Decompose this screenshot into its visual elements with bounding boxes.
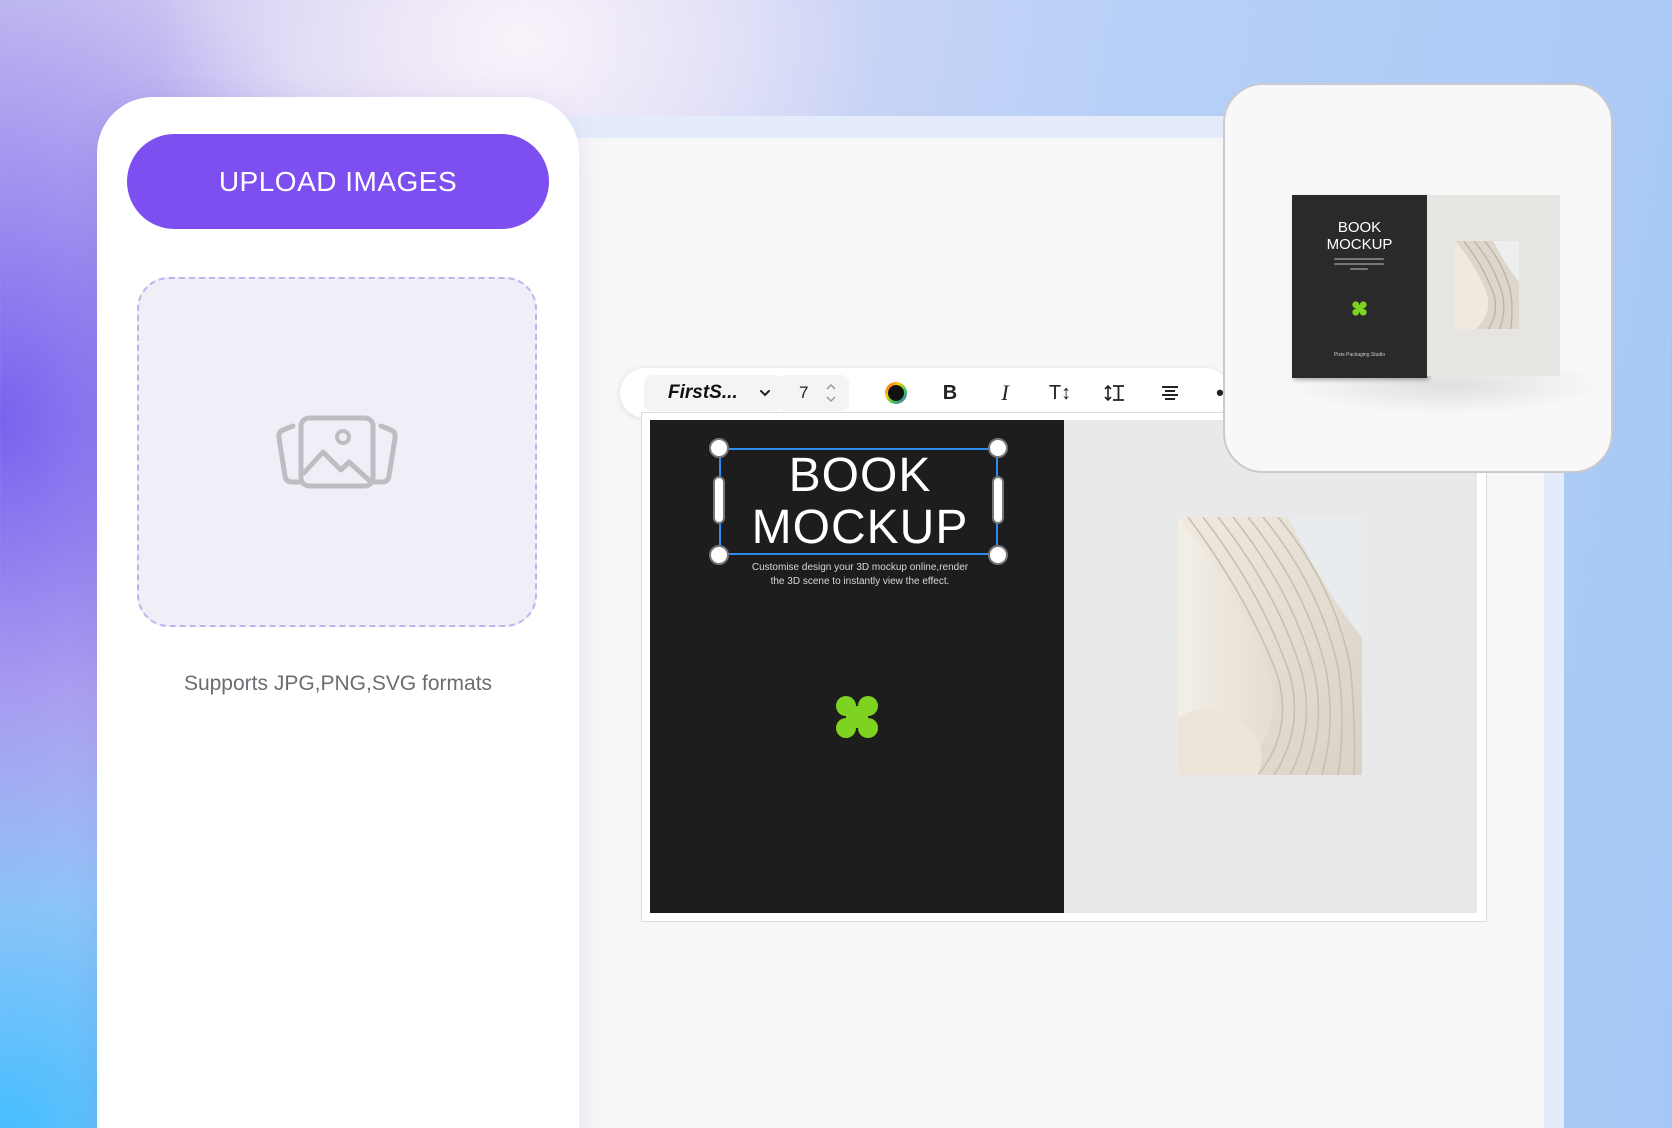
chevron-down-icon xyxy=(760,390,770,397)
preview-abstract-waves-image xyxy=(1455,241,1519,329)
align-button[interactable] xyxy=(1156,381,1184,405)
mockup-preview-card[interactable]: BOOK MOCKUP Pixie Packaging Studio xyxy=(1223,83,1613,473)
page-photo[interactable] xyxy=(1178,517,1362,775)
clover-logo-icon[interactable] xyxy=(835,695,879,739)
line-height-button[interactable] xyxy=(1101,381,1129,405)
font-size-input[interactable]: 7 xyxy=(777,375,849,411)
preview-book-cover: BOOK MOCKUP Pixie Packaging Studio xyxy=(1292,195,1427,378)
preview-description-line xyxy=(1350,268,1368,270)
resize-handle-left[interactable] xyxy=(713,476,725,524)
bold-button[interactable]: B xyxy=(936,381,964,405)
abstract-waves-image xyxy=(1178,517,1362,775)
font-family-select[interactable]: FirstS... xyxy=(644,375,782,411)
italic-button[interactable]: I xyxy=(991,380,1019,405)
preview-title-line1: BOOK xyxy=(1337,219,1382,236)
images-icon xyxy=(276,415,398,489)
align-center-icon xyxy=(1162,386,1178,400)
text-color-button[interactable] xyxy=(882,381,910,405)
upload-panel: UPLOAD IMAGES Supports JPG,PNG,SVG forma… xyxy=(97,97,579,1128)
text-toolbar: FirstS... 7 B I T↕ • xyxy=(620,368,1230,418)
color-wheel-icon xyxy=(885,382,907,404)
font-size-stepper-icon[interactable] xyxy=(825,381,837,405)
supported-formats-note: Supports JPG,PNG,SVG formats xyxy=(183,672,493,695)
font-size-value: 7 xyxy=(799,383,809,402)
resize-handle-top-left[interactable] xyxy=(709,438,729,458)
book-description[interactable]: Customise design your 3D mockup online,r… xyxy=(750,561,970,589)
resize-handle-bottom-left[interactable] xyxy=(709,545,729,565)
resize-handle-right[interactable] xyxy=(992,476,1004,524)
preview-description-line xyxy=(1334,258,1384,260)
resize-handle-bottom-right[interactable] xyxy=(988,545,1008,565)
preview-clover-logo-icon xyxy=(1352,301,1367,316)
book-cover-page[interactable]: BOOK MOCKUP Customise design your 3D moc… xyxy=(650,420,1064,913)
upload-images-button[interactable]: UPLOAD IMAGES xyxy=(127,134,549,229)
image-dropzone[interactable] xyxy=(137,277,537,627)
preview-title-line2: MOCKUP xyxy=(1326,236,1393,253)
preview-footer-text: Pixie Packaging Studio xyxy=(1333,352,1386,358)
preview-inner-page xyxy=(1427,195,1560,376)
preview-page-photo xyxy=(1455,241,1519,329)
resize-handle-top-right[interactable] xyxy=(988,438,1008,458)
preview-title: BOOK MOCKUP xyxy=(1292,219,1427,253)
font-family-value: FirstS... xyxy=(668,382,738,403)
line-height-icon xyxy=(1104,384,1124,402)
book-inner-page[interactable] xyxy=(1064,420,1477,913)
text-selection-box xyxy=(719,448,998,555)
preview-description-line xyxy=(1334,263,1384,265)
text-size-button[interactable]: T↕ xyxy=(1046,381,1074,405)
